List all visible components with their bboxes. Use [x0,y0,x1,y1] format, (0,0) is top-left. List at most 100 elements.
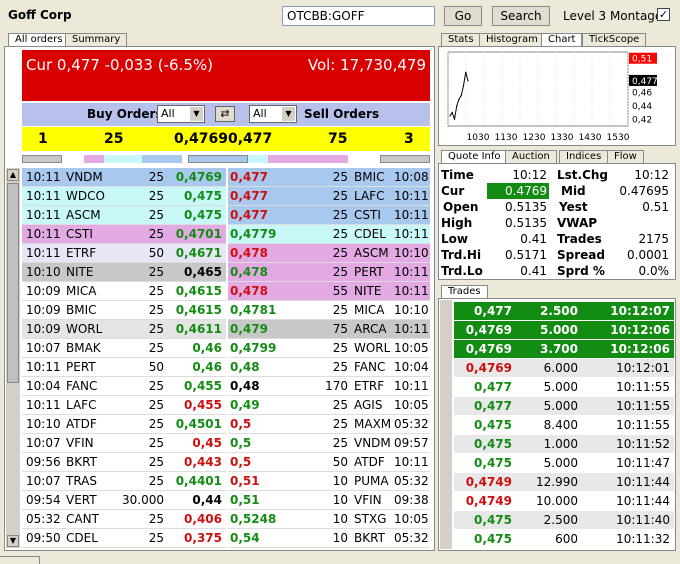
order-row[interactable]: 10:11 PERT 50 0,46 0,48 25 FANC 10:04 [22,358,430,377]
order-row[interactable]: 10:09 WORL 25 0,4611 0,479 75 ARCA 10:11 [22,320,430,339]
trade-row[interactable]: 0,475 5.000 10:11:47 [454,454,674,473]
trade-row[interactable]: 0,477 5.000 10:11:55 [454,397,674,416]
bid-time: 10:11 [26,360,61,374]
quote-banner: Cur 0,477 -0,033 (-6.5%) Vol: 17,730,479 [22,50,430,101]
time-label: Time [441,168,474,182]
ask-mmid: MICA [354,303,385,317]
trade-row[interactable]: 0,477 5.000 10:11:55 [454,378,674,397]
low-label: Low [441,232,468,246]
order-row[interactable]: 10:10 ATDF 25 0,4501 0,5 25 MAXM 05:32 [22,415,430,434]
high-value: 0.5135 [505,216,547,230]
bid-price: 0,4701 [175,227,222,241]
trade-row[interactable]: 0,475 8.400 10:11:55 [454,416,674,435]
bid-size: 25 [148,284,164,298]
chart-point [458,98,460,100]
trade-row[interactable]: 0,4769 6.000 10:12:01 [454,359,674,378]
trade-price: 0,475 [474,513,512,527]
trade-row[interactable]: 0,4769 5.000 10:12:06 [454,321,674,340]
tab-chart[interactable]: Chart [541,33,583,46]
buy-filter-select[interactable]: All ▼ [157,105,205,123]
level3-checkbox[interactable]: ✓ [657,8,670,21]
order-row[interactable]: 10:09 BMIC 25 0,4615 0,4781 25 MICA 10:10 [22,301,430,320]
ask-size: 25 [332,170,348,184]
order-row[interactable]: 09:54 VERT 30.000 0,44 0,51 10 VFIN 09:38 [22,491,430,510]
ask-mmid: MAXM [354,417,392,431]
ask-price: 0,51 [230,474,260,488]
spread-label: Spread [557,248,605,262]
order-row[interactable]: 10:11 ASCM 25 0,475 0,477 25 CSTI 10:11 [22,206,430,225]
order-row[interactable]: 10:09 MICA 25 0,4615 0,478 55 NITE 10:11 [22,282,430,301]
check-icon: ✓ [658,8,669,21]
scroll-up-icon[interactable]: ▲ [7,169,19,181]
tab-trades[interactable]: Trades [441,285,488,298]
tab-quote-info[interactable]: Quote Info [441,150,508,163]
bid-price: 0,4671 [175,246,222,260]
order-row[interactable]: 10:11 LAFC 25 0,455 0,49 25 AGIS 10:05 [22,396,430,415]
tab-summary[interactable]: Summary [65,33,128,46]
ask-price: 0,477 [230,170,268,184]
order-row[interactable]: 10:07 VFIN 25 0,45 0,5 25 VNDM 09:57 [22,434,430,453]
order-row[interactable]: 05:32 CANT 25 0,406 0,5248 10 STXG 10:05 [22,510,430,529]
chart-point [449,115,451,117]
sell-filter-select[interactable]: All ▼ [249,105,297,123]
ask-price: 0,478 [230,246,268,260]
order-row[interactable]: 10:10 NITE 25 0,465 0,478 25 PERT 10:11 [22,263,430,282]
swap-button[interactable]: ⇄ [215,106,235,122]
trade-size: 2.500 [540,304,578,318]
bid-price: 0,406 [184,512,222,526]
ask-price: 0,5248 [230,512,277,526]
trdlo-label: Trd.Lo [441,264,483,278]
go-button[interactable]: Go [444,6,482,26]
ask-size: 10 [332,474,348,488]
trade-row[interactable]: 0,477 2.500 10:12:07 [454,302,674,321]
search-button[interactable]: Search [492,6,550,26]
order-row[interactable]: 10:11 WDCO 25 0,475 0,477 25 LAFC 10:11 [22,187,430,206]
tab-indices[interactable]: Indices [559,150,609,163]
trade-row[interactable]: 0,475 2.500 10:11:40 [454,511,674,530]
bid-time: 10:10 [26,265,61,279]
order-row[interactable]: 10:07 BMAK 25 0,46 0,4799 25 WORL 10:05 [22,339,430,358]
ask-mmid: PUMA [354,474,389,488]
trade-time: 10:11:55 [616,380,670,394]
ask-price: 0,48 [230,360,260,374]
chevron-down-icon: ▼ [282,107,295,121]
bid-price: 0,4615 [175,284,222,298]
order-row[interactable]: 10:07 TRAS 25 0,4401 0,51 10 PUMA 05:32 [22,472,430,491]
order-row[interactable]: 09:50 CDEL 25 0,375 0,54 10 BKRT 05:32 [22,529,430,548]
tab-flow[interactable]: Flow [607,150,644,163]
trade-row[interactable]: 0,4749 10.000 10:11:44 [454,492,674,511]
bid-size: 25 [148,436,164,450]
chevron-down-icon: ▼ [190,107,203,121]
order-row[interactable]: 10:11 CSTI 25 0,4701 0,4779 25 CDEL 10:11 [22,225,430,244]
trade-price: 0,477 [474,380,512,394]
ask-price: 0,48 [230,379,260,393]
trade-row[interactable]: 0,4769 3.700 10:12:06 [454,340,674,359]
tab-auction[interactable]: Auction [505,150,557,163]
trade-price: 0,4769 [465,323,512,337]
tab-all-orders[interactable]: All orders [8,33,70,46]
order-row[interactable]: 10:11 ETRF 50 0,4671 0,478 25 ASCM 10:10 [22,244,430,263]
trades-scrollbar[interactable] [440,300,452,549]
tab-stats[interactable]: Stats [441,33,481,46]
trade-time: 10:11:44 [616,494,670,508]
bid-time: 10:11 [26,170,61,184]
tab-histogram[interactable]: Histogram [479,33,545,46]
scroll-thumb[interactable] [7,183,19,383]
chart-point [460,95,462,97]
trade-row[interactable]: 0,475 1.000 10:11:52 [454,435,674,454]
chart-point [451,111,453,114]
order-row[interactable]: 10:11 VNDM 25 0,4769 0,477 25 BMIC 10:08 [22,168,430,187]
ask-time: 10:11 [394,265,429,279]
trade-row[interactable]: 0,4749 12.990 10:11:44 [454,473,674,492]
order-row[interactable]: 10:04 FANC 25 0,455 0,48 170 ETRF 10:11 [22,377,430,396]
chart-point [467,80,469,82]
scroll-down-icon[interactable]: ▼ [7,535,19,547]
symbol-input[interactable]: OTCBB:GOFF [282,6,435,26]
ask-mmid: ATDF [354,455,385,469]
trade-row[interactable]: 0,475 600 10:11:32 [454,530,674,549]
ask-size: 25 [332,398,348,412]
company-field[interactable] [4,6,277,26]
order-row[interactable]: 09:56 BKRT 25 0,443 0,5 50 ATDF 10:11 [22,453,430,472]
bid-price: 0,46 [192,341,222,355]
tab-tickscope[interactable]: TickScope [582,33,647,46]
